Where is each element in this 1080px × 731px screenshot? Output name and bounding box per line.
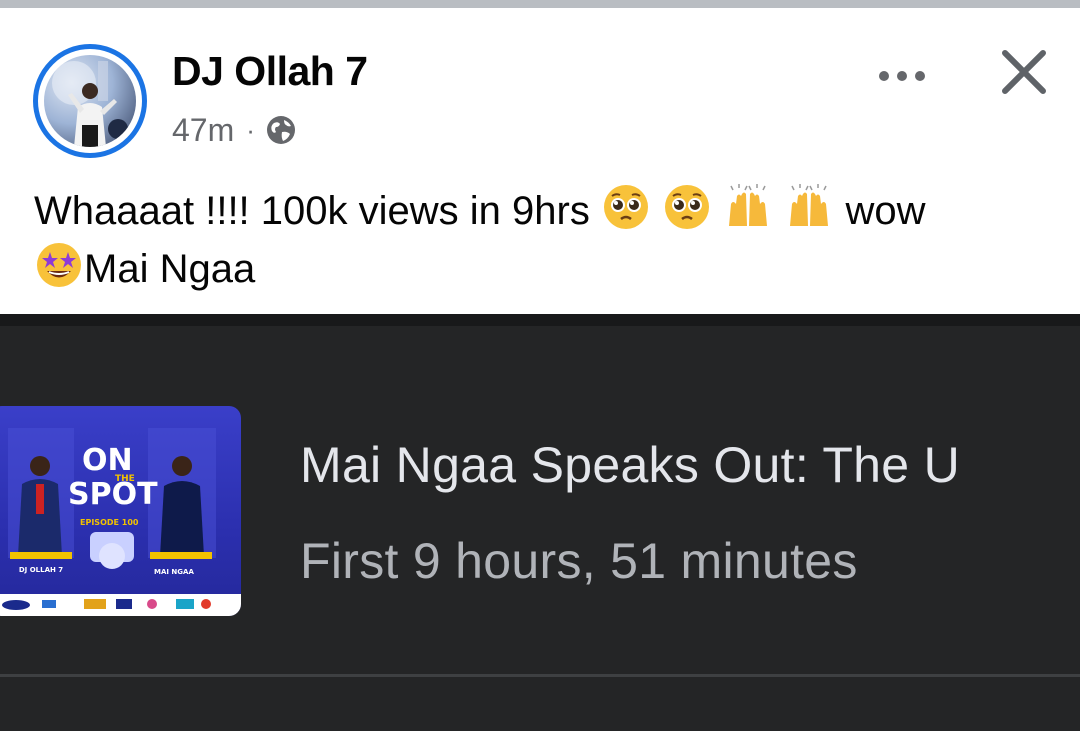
episode-subtitle: First 9 hours, 51 minutes: [300, 533, 858, 589]
close-icon: [1002, 50, 1046, 94]
dot-icon: [879, 71, 889, 81]
avatar-photo: [44, 55, 136, 147]
shared-video-embed[interactable]: ON THE SPOT EPISODE 100 DJ OLLAH 7 MAI N…: [0, 314, 1080, 731]
close-button[interactable]: [994, 40, 1054, 104]
post-meta: 47m ·: [172, 112, 297, 148]
pleading-face-emoji: [601, 182, 651, 232]
post-text-line2: Mai Ngaa: [84, 247, 256, 291]
post-text: Whaaaat !!!! 100k views in 9hrs wow Mai …: [34, 182, 1064, 298]
post-text-trailing: wow: [845, 189, 926, 233]
embed-divider: [0, 674, 1080, 677]
thumb-guest-text: MAI NGAA: [154, 568, 194, 576]
pleading-face-emoji: [662, 182, 712, 232]
thumb-on-text: ON: [82, 443, 133, 478]
thumb-spot-text: SPOT: [68, 477, 158, 512]
episode-title[interactable]: Mai Ngaa Speaks Out: The U: [300, 436, 960, 494]
episode-thumbnail[interactable]: ON THE SPOT EPISODE 100 DJ OLLAH 7 MAI N…: [0, 406, 241, 616]
dot-icon: [915, 71, 925, 81]
post-timestamp[interactable]: 47m: [172, 112, 234, 149]
raising-hands-emoji: [723, 182, 773, 232]
more-options-button[interactable]: [866, 48, 938, 104]
dot-icon: [897, 71, 907, 81]
raising-hands-emoji: [784, 182, 834, 232]
star-struck-emoji: [34, 240, 84, 290]
thumb-episode-text: EPISODE 100: [80, 518, 139, 527]
meta-separator: ·: [246, 114, 255, 145]
globe-icon[interactable]: [265, 114, 297, 146]
embed-top-band: [0, 314, 1080, 326]
top-divider: [0, 0, 1080, 8]
post-card: DJ Ollah 7 47m · Whaaaat !!!! 100k views…: [0, 8, 1080, 314]
author-name[interactable]: DJ Ollah 7: [172, 48, 368, 95]
post-text-line1: Whaaaat !!!! 100k views in 9hrs: [34, 189, 590, 233]
thumb-host-text: DJ OLLAH 7: [18, 566, 64, 574]
author-avatar[interactable]: [33, 44, 147, 158]
